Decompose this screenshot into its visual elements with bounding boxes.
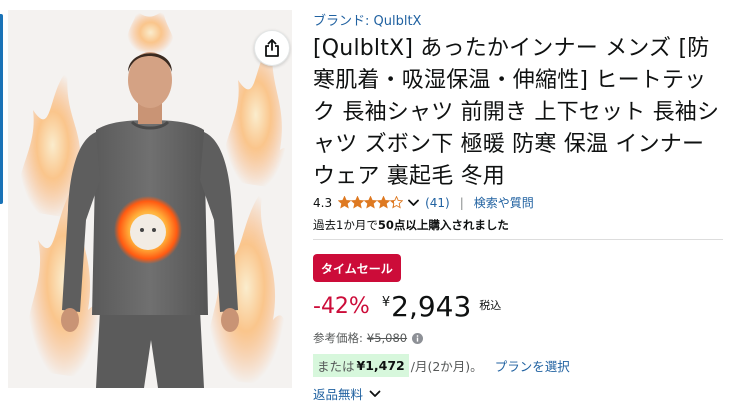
rating-value: 4.3 [313, 195, 333, 210]
share-icon [265, 39, 279, 57]
installment-term: /月(2か月)。 [410, 359, 483, 374]
bought-prefix: 過去1か月で [313, 218, 378, 232]
discount-percent: -42% [313, 294, 370, 319]
installment-amount: ¥1,472 [356, 358, 405, 373]
tax-note: 税込 [479, 299, 502, 312]
star-icon [351, 196, 365, 209]
reference-price-row: 参考価格: ¥5,080 [313, 330, 424, 346]
left-edge [0, 0, 8, 413]
currency-symbol: ¥ [381, 295, 391, 310]
chevron-down-icon [369, 390, 381, 397]
reference-price: ¥5,080 [366, 331, 408, 345]
thumbnail-indicator [0, 14, 3, 204]
info-icon[interactable] [412, 332, 424, 344]
star-icon [377, 196, 391, 209]
select-plan-link[interactable]: プランを選択 [495, 356, 570, 375]
search-questions-link[interactable]: 検索や質問 [474, 194, 534, 211]
installment-prefix: または [317, 359, 355, 374]
share-button[interactable] [254, 30, 290, 66]
price-amount: 2,943 [391, 290, 472, 323]
product-photo [8, 10, 292, 388]
deal-badge: タイムセール [313, 254, 401, 282]
product-title: [QulbltX] あったかインナー メンズ [防寒肌着・吸湿保温・伸縮性] ヒ… [313, 36, 720, 189]
bought-count: 50点以上購入されました [377, 218, 509, 232]
installment-plan-row: または ¥1,472 /月(2か月)。 プランを選択 [313, 354, 570, 377]
free-returns-label: 返品無料 [313, 387, 364, 402]
brand-link[interactable]: ブランド: QulbltX [313, 10, 421, 29]
star-icon [338, 196, 352, 209]
star-icon [364, 196, 378, 209]
star-rating[interactable] [338, 196, 404, 209]
separator: | [459, 195, 464, 210]
free-returns-link[interactable]: 返品無料 [313, 384, 381, 403]
reference-label: 参考価格: [313, 331, 363, 345]
star-icon [390, 196, 404, 209]
bought-in-past-month: 過去1か月で50点以上購入されました [313, 217, 509, 233]
rating-row: 4.3 (41) | 検索や質問 [313, 194, 534, 211]
product-image[interactable] [8, 10, 292, 388]
price-row: -42% ¥ 2,943 税込 [313, 290, 501, 324]
review-count-link[interactable]: (41) [425, 196, 450, 210]
chevron-down-icon[interactable] [408, 199, 419, 207]
installment-highlight: または ¥1,472 [313, 354, 409, 377]
divider [313, 239, 723, 240]
